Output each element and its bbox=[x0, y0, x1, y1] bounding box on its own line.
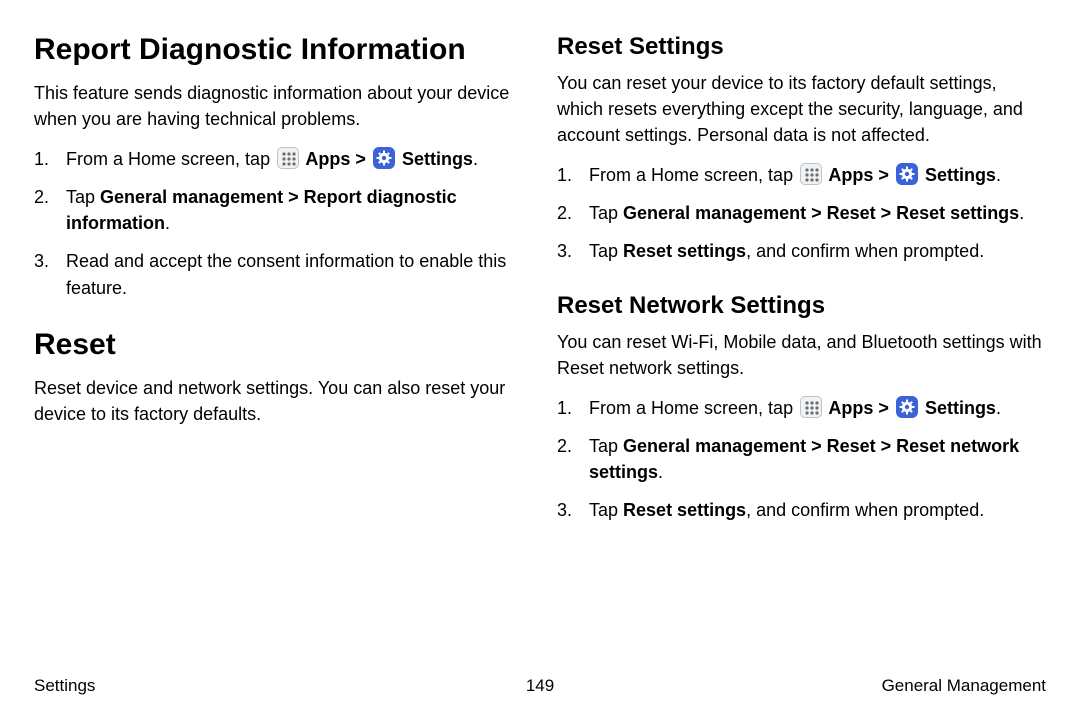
text-run: From a Home screen, tap bbox=[589, 165, 798, 185]
section-reset-network: Reset Network Settings You can reset Wi-… bbox=[557, 291, 1046, 524]
text-run: Settings bbox=[920, 165, 996, 185]
footer-page-number: 149 bbox=[34, 676, 1046, 696]
text-run: Apps bbox=[301, 149, 350, 169]
step-item: Tap General management > Reset > Reset n… bbox=[557, 433, 1046, 485]
text-run: . bbox=[996, 398, 1001, 418]
text-run: Reset settings bbox=[623, 241, 746, 261]
footer: Settings 149 General Management bbox=[34, 676, 1046, 696]
gear-icon bbox=[373, 147, 395, 169]
apps-icon bbox=[277, 147, 299, 169]
text-run: General management > Reset > Reset netwo… bbox=[589, 436, 1019, 482]
step-item: Tap Reset settings, and confirm when pro… bbox=[557, 238, 1046, 264]
section-reset: Reset Reset device and network settings.… bbox=[34, 327, 523, 427]
text-run: > bbox=[873, 165, 894, 185]
text-run: From a Home screen, tap bbox=[66, 149, 275, 169]
text-run: > bbox=[350, 149, 371, 169]
desc-reset-network: You can reset Wi-Fi, Mobile data, and Bl… bbox=[557, 329, 1046, 381]
desc-reset: Reset device and network settings. You c… bbox=[34, 375, 523, 427]
text-run: Read and accept the consent information … bbox=[66, 251, 506, 297]
apps-icon bbox=[800, 163, 822, 185]
step-item: From a Home screen, tap Apps > Settings. bbox=[557, 162, 1046, 188]
step-item: From a Home screen, tap Apps > Settings. bbox=[34, 146, 523, 172]
text-run: General management > Report diagnostic i… bbox=[66, 187, 457, 233]
step-item: Read and accept the consent information … bbox=[34, 248, 523, 300]
gear-icon bbox=[896, 163, 918, 185]
steps-reset-network: From a Home screen, tap Apps > Settings.… bbox=[557, 395, 1046, 523]
text-run: . bbox=[996, 165, 1001, 185]
desc-report-diagnostic: This feature sends diagnostic informatio… bbox=[34, 80, 523, 132]
gear-icon bbox=[896, 396, 918, 418]
step-item: From a Home screen, tap Apps > Settings. bbox=[557, 395, 1046, 421]
text-run: Tap bbox=[589, 500, 623, 520]
text-run: General management > Reset > Reset setti… bbox=[623, 203, 1019, 223]
heading-reset-settings: Reset Settings bbox=[557, 32, 1046, 62]
heading-reset: Reset bbox=[34, 327, 523, 363]
text-run: Apps bbox=[824, 398, 873, 418]
desc-reset-settings: You can reset your device to its factory… bbox=[557, 70, 1046, 148]
text-run: Reset settings bbox=[623, 500, 746, 520]
column-left: Report Diagnostic Information This featu… bbox=[34, 32, 523, 549]
steps-reset-settings: From a Home screen, tap Apps > Settings.… bbox=[557, 162, 1046, 264]
column-right: Reset Settings You can reset your device… bbox=[557, 32, 1046, 549]
step-item: Tap Reset settings, and confirm when pro… bbox=[557, 497, 1046, 523]
text-run: Tap bbox=[66, 187, 100, 207]
text-run: Tap bbox=[589, 436, 623, 456]
text-run: . bbox=[165, 213, 170, 233]
text-run: , and confirm when prompted. bbox=[746, 500, 984, 520]
heading-report-diagnostic: Report Diagnostic Information bbox=[34, 32, 523, 68]
page: Report Diagnostic Information This featu… bbox=[0, 0, 1080, 720]
text-run: . bbox=[1019, 203, 1024, 223]
section-reset-settings: Reset Settings You can reset your device… bbox=[557, 32, 1046, 265]
text-run: Settings bbox=[920, 398, 996, 418]
step-item: Tap General management > Report diagnost… bbox=[34, 184, 523, 236]
text-run: > bbox=[873, 398, 894, 418]
text-run: Settings bbox=[397, 149, 473, 169]
text-run: Tap bbox=[589, 241, 623, 261]
text-run: Tap bbox=[589, 203, 623, 223]
heading-reset-network: Reset Network Settings bbox=[557, 291, 1046, 321]
text-run: , and confirm when prompted. bbox=[746, 241, 984, 261]
steps-report-diagnostic: From a Home screen, tap Apps > Settings.… bbox=[34, 146, 523, 300]
columns: Report Diagnostic Information This featu… bbox=[34, 32, 1046, 549]
step-item: Tap General management > Reset > Reset s… bbox=[557, 200, 1046, 226]
text-run: . bbox=[658, 462, 663, 482]
text-run: Apps bbox=[824, 165, 873, 185]
text-run: . bbox=[473, 149, 478, 169]
apps-icon bbox=[800, 396, 822, 418]
text-run: From a Home screen, tap bbox=[589, 398, 798, 418]
section-report-diagnostic: Report Diagnostic Information This featu… bbox=[34, 32, 523, 301]
